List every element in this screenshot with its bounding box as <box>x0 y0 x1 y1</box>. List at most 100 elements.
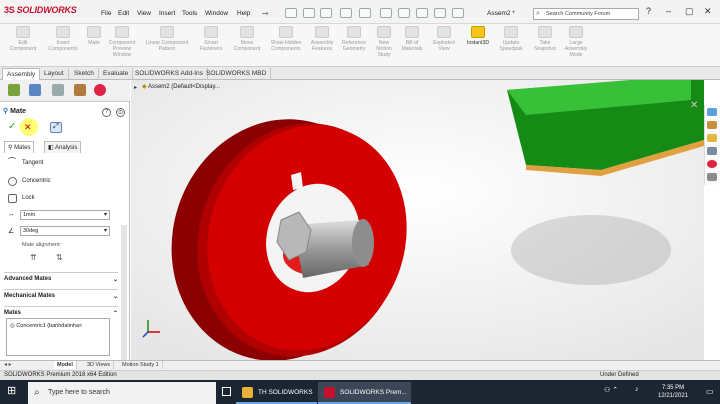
restore-icon[interactable]: ▢ <box>685 6 694 17</box>
select-icon[interactable] <box>398 8 410 18</box>
options-icon[interactable] <box>452 8 464 18</box>
aligned-button[interactable]: ⇈ <box>30 253 37 262</box>
large-assembly-mode-button[interactable]: Large Assembly Mode <box>561 26 591 66</box>
minimize-icon[interactable]: – <box>666 6 671 16</box>
taskbar-app-folder[interactable]: TH SOLIDWORKS <box>236 382 317 404</box>
open-icon[interactable] <box>320 8 332 18</box>
concentric-icon <box>8 177 17 186</box>
menu-tools[interactable]: Tools <box>182 10 197 17</box>
take-snapshot-button[interactable]: Take Snapshot <box>531 26 559 66</box>
tab-layout[interactable]: Layout <box>40 68 69 80</box>
taskbar-app-solidworks[interactable]: SOLIDWORKS Prem... <box>318 382 411 404</box>
view-palette-icon[interactable] <box>707 147 717 155</box>
cancel-button[interactable]: ✕ <box>24 122 36 133</box>
close-icon[interactable]: ✕ <box>690 100 698 111</box>
instant3d-icon <box>471 26 485 38</box>
graphics-area[interactable] <box>131 80 704 361</box>
network-icon[interactable]: ⚇ ⌃ <box>604 386 618 394</box>
file-properties-icon[interactable] <box>434 8 446 18</box>
rebuild-icon[interactable] <box>416 8 428 18</box>
tab-assembly[interactable]: Assembly <box>2 68 41 80</box>
resources-icon[interactable] <box>707 108 717 116</box>
tab-motion-study[interactable]: Motion Study 1 <box>119 361 163 369</box>
tab-addins[interactable]: SOLIDWORKS Add-Ins <box>131 68 208 80</box>
display-manager-icon[interactable] <box>94 84 106 96</box>
bill-of-materials-button[interactable]: Bill of Materials <box>399 26 425 66</box>
move-component-button[interactable]: Move Component <box>229 26 265 66</box>
assembly-features-button[interactable]: Assembly Features <box>307 26 337 66</box>
mate-concentric[interactable]: Concentric <box>22 178 51 184</box>
close-icon[interactable]: ✕ <box>704 6 712 17</box>
menu-file[interactable]: File <box>101 10 111 17</box>
file-explorer-icon[interactable] <box>707 134 717 142</box>
mate-button[interactable]: Mate <box>84 26 104 66</box>
feature-tree-icon[interactable] <box>8 84 20 96</box>
tab-model[interactable]: Model <box>54 361 77 369</box>
component-preview-button[interactable]: Component Preview Window <box>105 26 139 66</box>
linear-pattern-icon <box>160 26 174 38</box>
undo-icon[interactable] <box>380 8 392 18</box>
custom-properties-icon[interactable] <box>707 173 717 181</box>
scroll-arrows-icon[interactable]: ◂ ▸ <box>4 361 12 368</box>
tab-analysis[interactable]: ◧ Analysis <box>44 141 82 153</box>
smart-fasteners-button[interactable]: Smart Fasteners <box>195 26 227 66</box>
taskbar-search[interactable]: ⌕ Type here to search <box>28 382 216 404</box>
section-mechanical-mates[interactable]: Mechanical Mates ⌄ <box>4 289 118 302</box>
ok-button[interactable]: ✓ <box>8 122 20 133</box>
notifications-icon[interactable]: ▭ <box>706 387 714 396</box>
mate-tangent[interactable]: Tangent <box>22 160 43 166</box>
update-speedpak-button[interactable]: Update Speedpak <box>497 26 525 66</box>
tab-sketch[interactable]: Sketch <box>70 68 99 80</box>
volume-icon[interactable]: ♪ <box>635 386 639 393</box>
configuration-icon[interactable] <box>52 84 64 96</box>
new-document-icon[interactable] <box>303 8 315 18</box>
dimxpert-icon[interactable] <box>74 84 86 96</box>
new-motion-study-button[interactable]: New Motion Study <box>371 26 397 66</box>
menu-view[interactable]: View <box>137 10 151 17</box>
section-advanced-mates[interactable]: Advanced Mates ⌄ <box>4 272 118 285</box>
reference-geometry-button[interactable]: Reference Geometry <box>339 26 369 66</box>
save-icon[interactable] <box>340 8 352 18</box>
push-pin-icon[interactable]: ⊙ <box>116 108 125 117</box>
angle-field[interactable]: 30deg ▾ <box>20 226 110 236</box>
distance-icon: ↔ <box>8 211 15 218</box>
appearances-icon[interactable] <box>707 160 717 168</box>
insert-components-button[interactable]: Insert Components <box>44 26 82 66</box>
show-hidden-button[interactable]: Show Hidden Components <box>267 26 305 66</box>
menu-edit[interactable]: Edit <box>118 10 129 17</box>
tab-evaluate[interactable]: Evaluate <box>99 68 134 80</box>
panel-scrollbar[interactable] <box>121 225 127 360</box>
edit-component-icon <box>16 26 30 38</box>
menu-window[interactable]: Window <box>205 10 228 17</box>
help-icon[interactable]: ? <box>646 6 651 16</box>
anti-aligned-button[interactable]: ⇅ <box>56 253 63 262</box>
windows-start-icon[interactable]: ⊞ <box>7 386 19 398</box>
solidworks-logo[interactable]: 3S SOLIDWORKS <box>4 5 77 15</box>
help-icon[interactable]: ? <box>102 108 111 117</box>
edit-component-button[interactable]: Edit Component <box>6 26 40 66</box>
expand-arrow-icon[interactable]: ▸ <box>134 84 137 91</box>
clock[interactable]: 7:35 PM 12/21/2021 <box>658 384 688 400</box>
tab-mates[interactable]: ⚲ Mates <box>4 141 35 153</box>
mates-list[interactable]: ◎ Concentric1 (banhdaiinha< <box>6 318 110 356</box>
panel-title: ⚲ Mate <box>3 108 27 115</box>
task-view-icon[interactable] <box>222 387 231 396</box>
design-library-icon[interactable] <box>707 121 717 129</box>
menu-help[interactable]: Help <box>237 10 250 17</box>
print-icon[interactable] <box>359 8 371 18</box>
tab-mbd[interactable]: SOLIDWORKS MBD <box>202 68 272 80</box>
menu-insert[interactable]: Insert <box>159 10 175 17</box>
keep-visible-button[interactable]: ⤢ <box>50 122 62 133</box>
mate-lock[interactable]: Lock <box>22 195 35 201</box>
linear-pattern-button[interactable]: Linear Component Pattern <box>141 26 193 66</box>
instant3d-button[interactable]: Instant3D <box>461 26 495 66</box>
exploded-view-button[interactable]: Exploded View <box>429 26 459 66</box>
feature-tree-flyout[interactable]: ◆ Assem2 (Default<Display... <box>142 83 220 90</box>
property-manager-icon[interactable] <box>29 84 41 96</box>
search-input[interactable]: ⌕ Search Community Forum <box>533 8 639 20</box>
chevron-down-icon: ⌄ <box>112 294 118 300</box>
tab-3d-views[interactable]: 3D Views <box>84 361 115 369</box>
pin-icon[interactable]: ⊸ <box>262 9 269 18</box>
home-icon[interactable] <box>285 8 297 18</box>
distance-field[interactable]: 1mm ▾ <box>20 210 110 220</box>
